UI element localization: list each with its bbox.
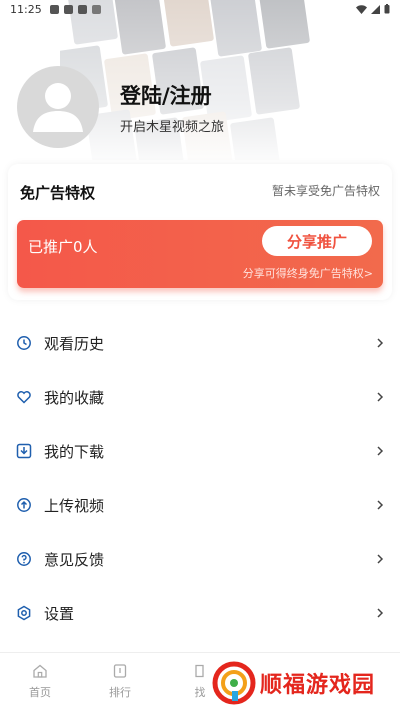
chevron-right-icon xyxy=(374,337,386,349)
menu-item-label: 我的下载 xyxy=(44,442,105,461)
find-icon xyxy=(195,664,204,678)
menu-item-label: 上传视频 xyxy=(44,496,105,515)
status-bar: 11:25 xyxy=(0,0,400,18)
chevron-right-icon xyxy=(374,391,386,403)
menu-item-label: 我的收藏 xyxy=(44,388,105,407)
menu-item-label: 观看历史 xyxy=(44,334,105,353)
upload-icon xyxy=(16,497,32,513)
ad-free-title: 免广告特权 xyxy=(20,184,96,202)
menu-item-downloads[interactable]: 我的下载 xyxy=(0,424,400,478)
nav-item-rank[interactable]: 排行 xyxy=(80,653,160,711)
battery-icon xyxy=(384,4,390,14)
watermark-logo-icon xyxy=(212,661,256,705)
notification-icon xyxy=(49,4,59,14)
home-icon xyxy=(33,664,47,678)
menu-item-label: 意见反馈 xyxy=(44,550,105,569)
chevron-right-icon xyxy=(374,553,386,565)
promotion-banner: 已推广0人 分享推广 分享可得终身免广告特权> xyxy=(17,220,383,288)
notification-icon xyxy=(77,4,87,14)
gear-icon xyxy=(16,605,32,621)
nav-item-home[interactable]: 首页 xyxy=(0,653,80,711)
notification-icon xyxy=(63,4,73,14)
menu-item-upload[interactable]: 上传视频 xyxy=(0,478,400,532)
rank-icon xyxy=(113,664,127,678)
chevron-right-icon xyxy=(374,607,386,619)
ad-free-status: 暂未享受免广告特权 xyxy=(271,184,380,198)
menu-list: 观看历史 我的收藏 我的下载 上传视频 意见反馈 设置 xyxy=(0,316,400,640)
share-promote-button[interactable]: 分享推广 xyxy=(262,226,372,256)
status-time: 11:25 xyxy=(10,2,42,16)
ad-free-card: 免广告特权 暂未享受免广告特权 已推广0人 分享推广 分享可得终身免广告特权> xyxy=(8,164,392,300)
signal-icon xyxy=(371,4,380,14)
wifi-icon xyxy=(356,4,367,14)
menu-item-label: 设置 xyxy=(44,604,75,623)
history-icon xyxy=(16,335,32,351)
chevron-right-icon xyxy=(374,499,386,511)
promotion-count: 已推广0人 xyxy=(28,238,98,256)
watermark: 顺福游戏园 xyxy=(212,658,398,708)
promotion-note-link[interactable]: 分享可得终身免广告特权> xyxy=(243,265,373,281)
heart-icon xyxy=(16,389,32,405)
notification-icon xyxy=(91,4,101,14)
help-icon xyxy=(16,551,32,567)
chevron-right-icon xyxy=(374,445,386,457)
nav-label: 找 xyxy=(194,686,206,699)
watermark-text: 顺福游戏园 xyxy=(260,673,376,698)
nav-label: 排行 xyxy=(109,686,131,699)
profile-subtitle: 开启木星视频之旅 xyxy=(120,120,225,135)
login-register-link[interactable]: 登陆/注册 xyxy=(120,80,212,110)
avatar[interactable] xyxy=(17,66,99,148)
menu-item-feedback[interactable]: 意见反馈 xyxy=(0,532,400,586)
nav-label: 首页 xyxy=(29,686,51,699)
user-icon xyxy=(33,83,83,132)
menu-item-history[interactable]: 观看历史 xyxy=(0,316,400,370)
menu-item-favorites[interactable]: 我的收藏 xyxy=(0,370,400,424)
menu-item-settings[interactable]: 设置 xyxy=(0,586,400,640)
download-icon xyxy=(16,443,32,459)
